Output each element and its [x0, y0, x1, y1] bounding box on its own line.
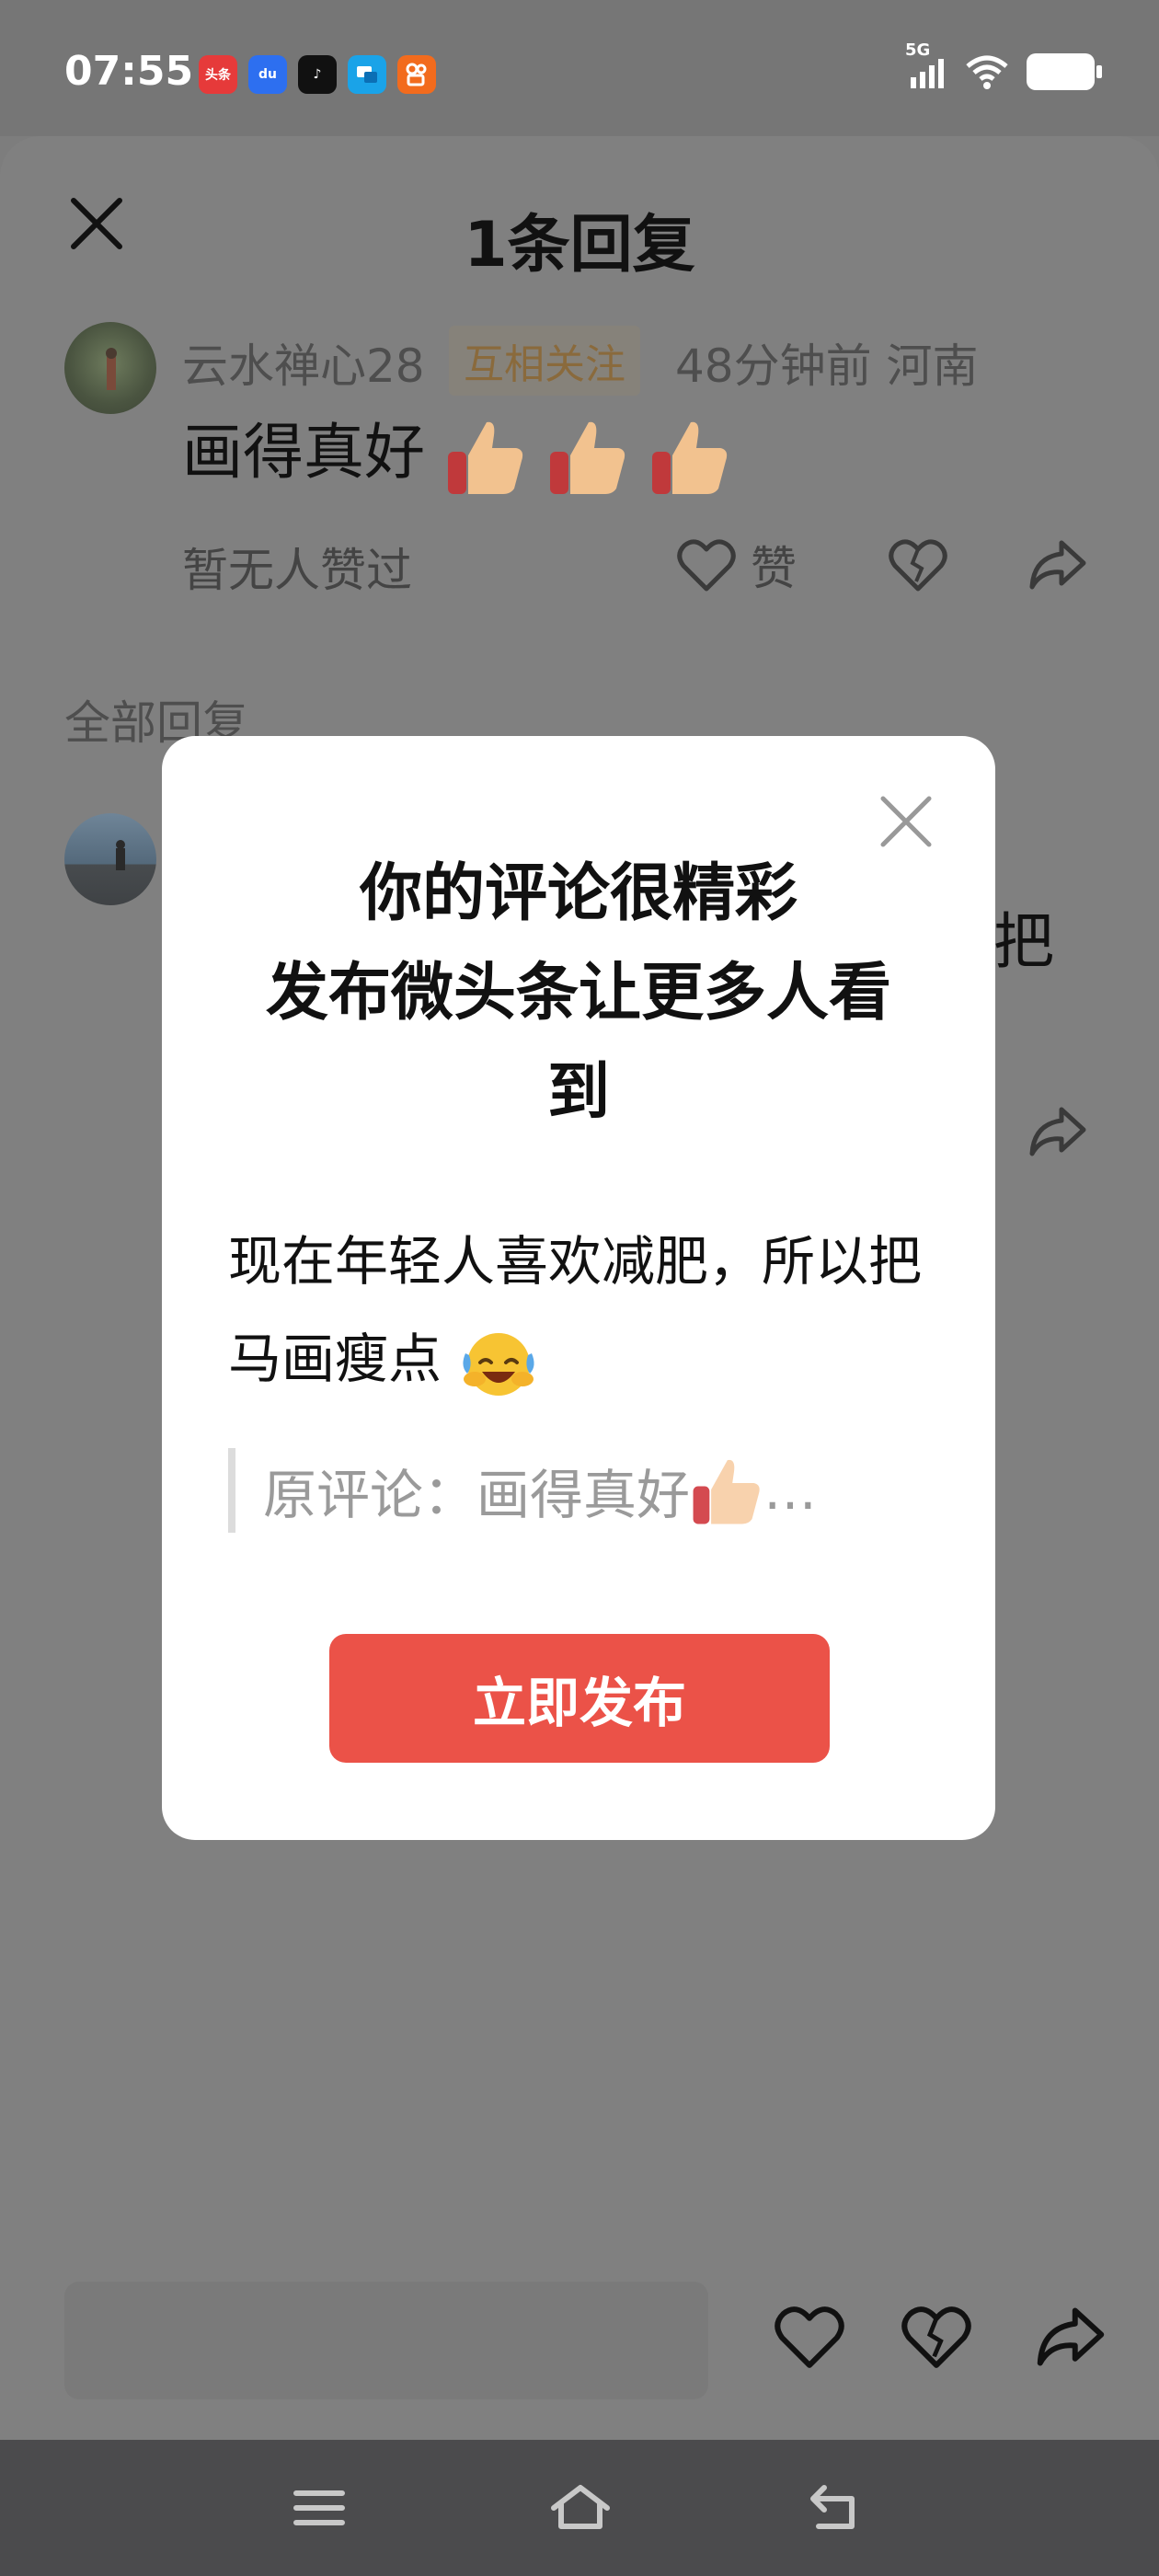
like-label: 赞: [751, 542, 797, 595]
dialog-title: 你的评论很精彩 发布微头条让更多人看 到: [199, 845, 958, 1143]
quote-text: 原评论：画得真好: [263, 1464, 691, 1526]
toutiao-icon: 头条: [199, 55, 237, 94]
publish-button[interactable]: 立即发布: [329, 1634, 830, 1763]
reply-text-fragment: 把: [993, 906, 1054, 977]
dialog-title-line: 发布微头条让更多人看: [265, 957, 891, 1029]
dislike-button[interactable]: [901, 2304, 971, 2374]
share-icon: [1029, 1107, 1086, 1156]
dialog-title-line: 你的评论很精彩: [359, 857, 798, 930]
system-nav-bar: [0, 2440, 1159, 2576]
back-icon[interactable]: [806, 2480, 865, 2536]
share-button[interactable]: [1028, 528, 1087, 602]
publish-dialog: 你的评论很精彩 发布微头条让更多人看 到 现在年轻人喜欢减肥，所以把马画瘦点 原…: [162, 736, 995, 1840]
likes-summary: 暂无人赞过: [182, 544, 412, 597]
relation-tag: 互相关注: [449, 326, 640, 396]
avatar[interactable]: [64, 322, 156, 414]
status-bar: 07:55 头条 du ♪ 5G: [0, 0, 1159, 136]
avatar[interactable]: [64, 813, 156, 905]
thumbs-up-icon: [549, 421, 625, 494]
original-comment-quote: 原评论：画得真好 …: [228, 1448, 817, 1533]
network-type: 5G: [905, 40, 931, 60]
dialog-body: 现在年轻人喜欢减肥，所以把马画瘦点: [228, 1213, 931, 1408]
status-time: 07:55: [64, 48, 194, 95]
wifi-icon: [966, 55, 1008, 89]
comment-username[interactable]: 云水禅心28: [182, 329, 425, 396]
status-indicators: 5G: [905, 40, 1102, 90]
broken-heart-icon: [901, 2306, 971, 2368]
like-button[interactable]: [775, 2304, 844, 2374]
comment-text: 画得真好: [182, 403, 731, 498]
share-icon: [1029, 540, 1086, 590]
kuaishou-icon: [397, 55, 436, 94]
thumbs-up-icon: [447, 421, 523, 494]
heart-icon: [677, 539, 736, 592]
comment-text-content: 画得真好: [182, 417, 425, 488]
home-icon[interactable]: [548, 2480, 613, 2536]
share-icon: [1037, 2307, 1105, 2366]
comment-time-location: 48分钟前 河南: [675, 339, 979, 393]
laughing-face-icon: [463, 1332, 535, 1396]
broken-heart-icon: [889, 539, 947, 592]
heart-icon: [775, 2306, 844, 2368]
like-button[interactable]: 赞: [677, 528, 797, 602]
dialog-body-text: 现在年轻人喜欢减肥，所以把马画瘦点: [228, 1230, 923, 1390]
douyin-icon: ♪: [298, 55, 337, 94]
dislike-button[interactable]: [889, 528, 947, 602]
message-app-icon: [348, 55, 386, 94]
page-title: 1条回复: [464, 209, 695, 282]
thumbs-up-icon: [651, 421, 728, 494]
thumbs-up-icon: [693, 1459, 760, 1524]
close-icon[interactable]: [876, 791, 936, 852]
notification-app-icons: 头条 du ♪: [199, 55, 436, 94]
baidu-icon: du: [248, 55, 287, 94]
share-button[interactable]: [1036, 2304, 1106, 2374]
menu-icon[interactable]: [291, 2480, 348, 2536]
dialog-title-line: 到: [546, 1056, 610, 1129]
cellular-signal-icon: 5G: [905, 40, 947, 90]
battery-icon: [1027, 53, 1102, 90]
reply-input[interactable]: [64, 2282, 708, 2399]
quote-ellipsis: …: [763, 1459, 818, 1522]
share-button[interactable]: [1028, 1104, 1087, 1163]
